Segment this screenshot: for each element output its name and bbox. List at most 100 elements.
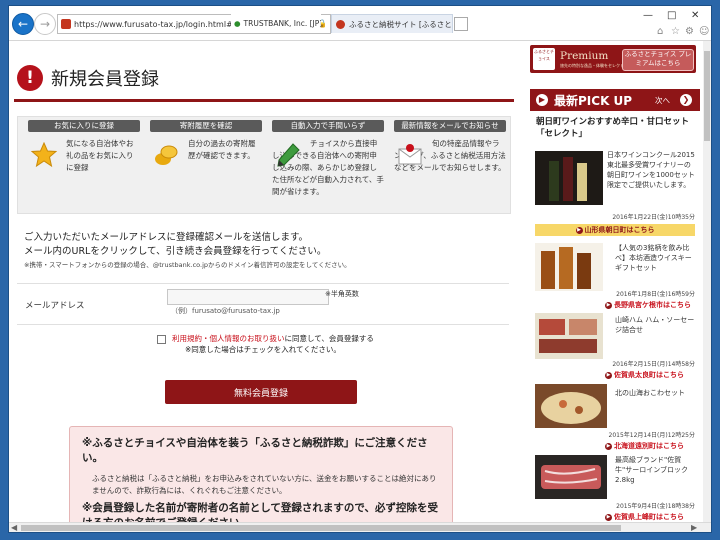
scroll-thumb[interactable] (704, 51, 710, 141)
pickup-date: 2016年1月8日(金)16時59分 (616, 291, 695, 298)
tab-title: ふるさと納税サイト [ふるさとチョ... (349, 19, 452, 29)
premium-wordmark: Premium 旅先の特別な逸品・体験をセレクト (560, 50, 624, 69)
pencil-icon (277, 143, 300, 167)
page-content: ! 新規会員登録 お気に入りに登録 気になる自治体やお礼の品をお気に入りに登録 … (9, 41, 703, 522)
okowa-image (535, 384, 607, 428)
warning-title-2: ※会員登録した名前が寄附者の名前として登録されますので、必ず控除を受ける方のお名… (82, 502, 438, 522)
feature-text: 気になる自治体やお礼の品をお気に入りに登録 (66, 139, 134, 172)
arrow-icon: ▶ (605, 301, 612, 309)
home-icon[interactable]: ⌂ (657, 26, 663, 37)
pickup-shop-link[interactable]: ▶ 佐賀県上峰町はこちら (605, 512, 684, 522)
feature-label: 寄附履歴を確認 (150, 120, 262, 132)
back-button[interactable]: ← (12, 13, 34, 35)
wine-bottles-image (535, 151, 603, 205)
page-heading: ! 新規会員登録 (17, 65, 159, 91)
minimize-button[interactable]: — (643, 10, 653, 21)
ham-set-image (535, 313, 603, 359)
pickup-shop-link[interactable]: ▶ 山形県朝日町はこちら (535, 224, 695, 236)
horizontal-scrollbar[interactable]: ◀ ▶ (9, 522, 711, 532)
info-text: ご入力いただいたメールアドレスに登録確認メールを送信します。 メール内のURLを… (24, 231, 326, 259)
email-requirement: ※半角英数 (325, 290, 359, 298)
browser-window: ← → https://www.furusato-tax.jp/login.ht… (9, 6, 711, 532)
warning-title-1: ※ふるさとチョイスや自治体を装う「ふるさと納税詐欺」にご注意ください。 (82, 437, 428, 464)
choice-logo: ふるさとチョイス (533, 48, 555, 70)
pickup-date: 2016年2月15日(月)14時58分 (612, 361, 695, 368)
pickup-shop-bar[interactable]: ▶ 山形県朝日町はこちら (535, 224, 695, 236)
feature-label: お気に入りに登録 (28, 120, 140, 132)
security-cert[interactable]: ● TRUSTBANK, Inc. [JP] (231, 14, 321, 32)
pickup-desc: 山崎ハム ハム・ソーセージ詰合せ (615, 316, 695, 334)
favorites-star-icon[interactable]: ☆ (671, 26, 680, 37)
vertical-scrollbar[interactable] (703, 41, 711, 522)
pickup-desc: 北の山海おこわセット (615, 389, 685, 397)
info-line-1: ご入力いただいたメールアドレスに登録確認メールを送信します。 (24, 232, 309, 243)
email-label: メールアドレス (25, 301, 85, 311)
agree-checkbox[interactable] (157, 334, 166, 344)
info-note: ※携帯・スマートフォンからの登録の場合、@trustbank.co.jpからのド… (24, 261, 351, 269)
mail-icon (398, 144, 422, 165)
browser-toolbar: ← → https://www.furusato-tax.jp/login.ht… (9, 6, 711, 41)
tab-active[interactable]: ふるさと納税サイト [ふるさとチョ... × (331, 14, 453, 33)
feature-label: 自動入力で手間いらず (272, 120, 384, 132)
site-icon (61, 19, 71, 29)
pickup-feature-title[interactable]: 朝日町ワインおすすめ辛口・甘口セット「セレクト」 (536, 116, 696, 140)
arrow-icon: ▶ (605, 513, 612, 521)
pickup-shop-link[interactable]: ▶ 北海道遠別町はこちら (605, 441, 684, 451)
email-example: （例）furusato@furusato-tax.jp (171, 307, 280, 315)
lock-icon: ● (234, 18, 241, 28)
pickup-desc: 【人気の3銘柄を飲み比べ】本坊酒造ウイスキーギフトセット (615, 244, 692, 272)
agree-note: ※同意した場合はチェックを入れてください。 (185, 345, 341, 354)
agree-text: に同意して、会員登録する (284, 334, 374, 343)
fraud-warning: ※ふるさとチョイスや自治体を装う「ふるさと納税詐欺」にご注意ください。 ふるさと… (69, 426, 453, 522)
page-title: 新規会員登録 (51, 69, 159, 90)
feature-text: 自分の過去の寄附履歴が確認できます。 (188, 139, 256, 160)
arrow-icon: ▶ (605, 442, 612, 450)
email-field[interactable] (167, 289, 329, 305)
pickup-desc: 最高級ブランド"佐賀牛"サーロインブロック2.8kg (615, 456, 689, 484)
arrow-icon: ▶ (605, 371, 612, 379)
agree-section: 利用規約・個人情報のお取り扱いに同意して、会員登録する ※同意した場合はチェック… (157, 333, 374, 355)
warning-paragraph: ふるさと納税は「ふるさと納税」をお申込みをされていない方に、送金をお願いすること… (92, 474, 437, 495)
favicon-icon (336, 19, 345, 29)
register-button[interactable]: 無料会員登録 (165, 380, 357, 404)
feature-history: 寄附履歴を確認 自分の過去の寄附履歴が確認できます。 (150, 120, 262, 165)
pickup-date: 2016年1月22日(金)10時35分 (612, 214, 695, 221)
info-line-2: メール内のURLをクリックして、引き続き会員登録を行ってください。 (24, 246, 327, 257)
coins-icon (155, 145, 178, 165)
scroll-left-icon[interactable]: ◀ (11, 523, 17, 532)
title-underline (14, 99, 514, 102)
pickup-header: ▶ 最新PICK UP 次へ ❯ (530, 89, 700, 111)
arrow-icon: ▶ (575, 226, 583, 234)
feature-label: 最新情報をメールでお知らせ (394, 120, 506, 132)
next-arrow-icon[interactable]: ❯ (680, 94, 692, 106)
settings-gear-icon[interactable]: ⚙ (685, 26, 694, 37)
feature-autofill: 自動入力で手間いらず チョイスから直接申し込みできる自治体への寄附申し込みの際、… (272, 120, 384, 198)
smiley-icon[interactable]: ☺ (699, 26, 709, 37)
new-tab-button[interactable] (454, 17, 468, 31)
feature-newsletter: 最新情報をメールでお知らせ 旬の特産品情報やランキング、ふるさと納税活用方法など… (394, 120, 506, 174)
terms-link[interactable]: 利用規約・個人情報のお取り扱い (172, 334, 285, 343)
pickup-shop-link[interactable]: ▶ 長野県宮ケ根市はこちら (605, 300, 691, 310)
premium-banner[interactable]: ふるさとチョイス Premium 旅先の特別な逸品・体験をセレクト ふるさとチョイ… (530, 45, 696, 73)
feature-panel: お気に入りに登録 気になる自治体やお礼の品をお気に入りに登録 寄附履歴を確認 自… (17, 116, 511, 214)
saga-beef-image (535, 455, 607, 499)
close-window-button[interactable]: ✕ (691, 10, 699, 21)
email-form-row: メールアドレス ※半角英数 （例）furusato@furusato-tax.j… (17, 283, 509, 325)
scroll-right-icon[interactable]: ▶ (691, 523, 697, 532)
pickup-shop-link[interactable]: ▶ 佐賀県太良町はこちら (605, 370, 684, 380)
premium-button[interactable]: ふるさとチョイス プレミアムはこちら (622, 49, 694, 71)
forward-button[interactable]: → (34, 13, 56, 35)
exclamation-icon: ! (17, 65, 43, 91)
cert-label: TRUSTBANK, Inc. [JP] (243, 18, 321, 28)
maximize-button[interactable]: □ (667, 10, 676, 21)
star-icon (31, 142, 57, 168)
premium-word: Premium (560, 50, 609, 62)
pickup-next-link[interactable]: 次へ (655, 95, 670, 106)
pickup-date: 2015年9月4日(金)18時38分 (616, 503, 695, 510)
scroll-thumb[interactable] (21, 525, 621, 531)
feature-favorites: お気に入りに登録 気になる自治体やお礼の品をお気に入りに登録 (28, 120, 140, 174)
whisky-image (535, 243, 603, 291)
premium-sub: 旅先の特別な逸品・体験をセレクト (560, 63, 624, 68)
pickup-date: 2015年12月14日(月)12時25分 (608, 432, 696, 439)
pickup-desc: 日本ワインコンクール2015東北最多受賞ワイナリーの朝日町ワインを1000セット… (607, 151, 695, 189)
